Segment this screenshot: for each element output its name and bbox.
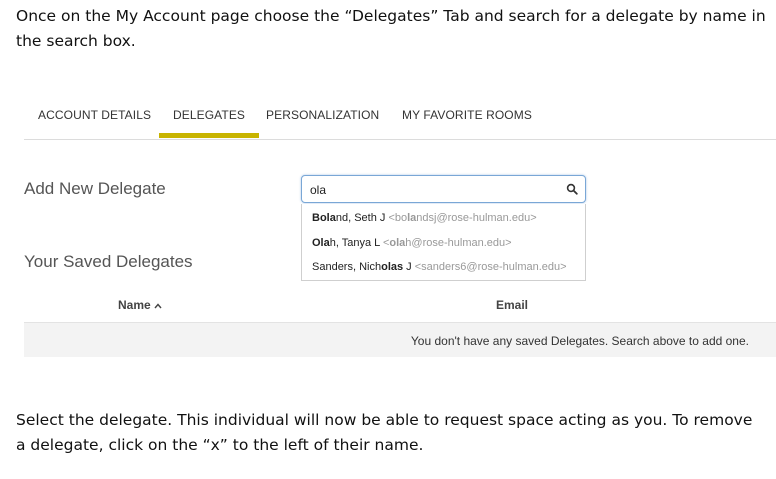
add-delegate-title: Add New Delegate — [24, 179, 166, 198]
empty-message: You don't have any saved Delegates. Sear… — [410, 334, 749, 348]
suggestion-name: J — [403, 261, 415, 273]
suggestion-email-match: ola — [389, 237, 406, 249]
sort-ascending-icon — [154, 303, 162, 309]
tab-my-favorite-rooms[interactable]: MY FAVORITE ROOMS — [402, 108, 532, 122]
suggestion-name: Sanders, Nich — [312, 261, 382, 273]
suggestion-item[interactable]: Olah, Tanya L <olah@rose-hulman.edu> — [312, 237, 512, 249]
tab-personalization[interactable]: PERSONALIZATION — [266, 108, 379, 122]
suggestion-email: <sanders6@rose-hulman.edu> — [414, 261, 567, 273]
suggestion-name-match: Bola — [312, 212, 336, 224]
delegate-search-input[interactable] — [310, 181, 550, 199]
delegate-suggestions: Boland, Seth J <bolandsj@rose-hulman.edu… — [301, 204, 586, 281]
suggestion-email-match: la — [407, 212, 417, 224]
instruction-intro: Once on the My Account page choose the “… — [16, 7, 766, 50]
suggestion-email: h@rose-hulman.edu> — [405, 237, 512, 249]
suggestion-item[interactable]: Boland, Seth J <bolandsj@rose-hulman.edu… — [312, 212, 537, 224]
suggestion-item[interactable]: Sanders, Nicholas J <sanders6@rose-hulma… — [312, 261, 567, 273]
tab-account-details[interactable]: ACCOUNT DETAILS — [38, 108, 151, 122]
email-column-header: Email — [496, 298, 529, 312]
tab-delegates[interactable]: DELEGATES — [158, 108, 260, 138]
suggestion-name-match: Ola — [312, 237, 330, 249]
name-column-header[interactable]: Name — [118, 298, 162, 312]
suggestion-name-match: olas — [381, 261, 404, 273]
suggestion-email: ndsj@rose-hulman.edu> — [416, 212, 537, 224]
suggestion-email: <bo — [388, 212, 408, 224]
saved-delegates-title: Your Saved Delegates — [24, 252, 193, 271]
suggestion-name: nd, Seth J — [335, 212, 389, 224]
name-column-label: Name — [118, 298, 151, 312]
empty-table-row: You don't have any saved Delegates. Sear… — [24, 323, 776, 357]
delegate-search-box — [301, 175, 586, 203]
account-tabs: ACCOUNT DETAILS DELEGATES PERSONALIZATIO… — [24, 108, 776, 140]
instruction-outro: Select the delegate. This individual wil… — [16, 411, 753, 454]
suggestion-name: h, Tanya L — [329, 237, 383, 249]
search-icon[interactable] — [566, 183, 578, 195]
